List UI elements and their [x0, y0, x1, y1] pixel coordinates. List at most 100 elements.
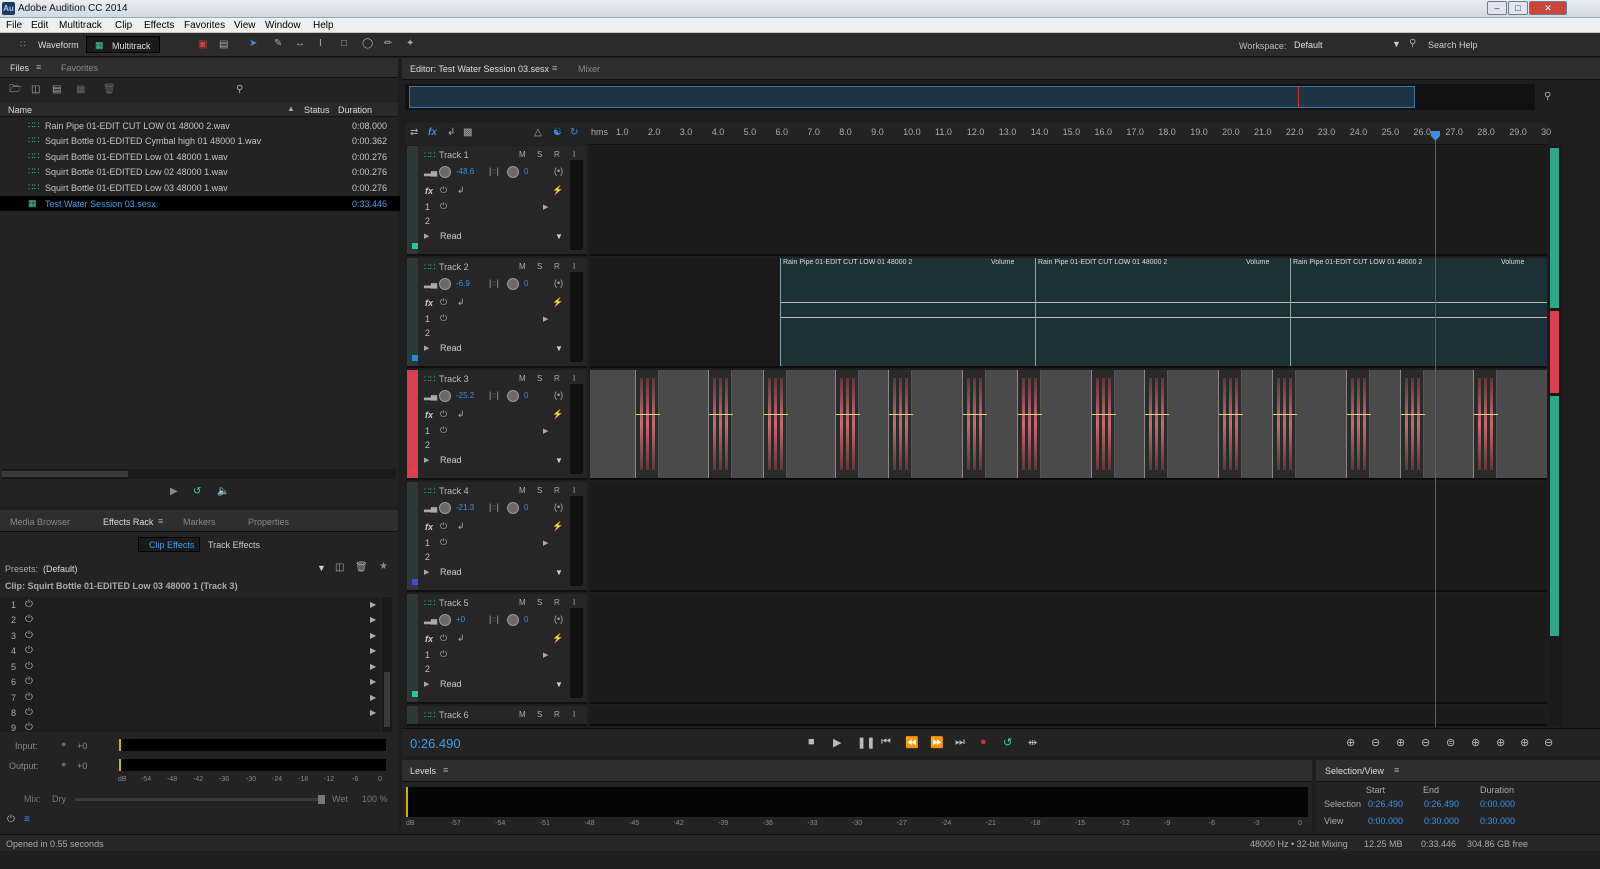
volume-envelope[interactable]: [1291, 302, 1547, 303]
menu-help[interactable]: Help: [313, 20, 334, 31]
zoom-in-time-icon[interactable]: ⊕: [1396, 736, 1405, 749]
effect-slot[interactable]: 6 ⏻ ▶: [0, 675, 390, 690]
chevron-right-icon[interactable]: ▶: [370, 615, 376, 624]
new-file-icon[interactable]: ▤: [52, 85, 61, 95]
panel-menu-icon[interactable]: ≡: [1394, 765, 1399, 775]
volume-value[interactable]: -6.9: [456, 279, 470, 288]
lightning-icon[interactable]: ⚡: [552, 297, 563, 308]
volume-envelope[interactable]: [709, 414, 733, 415]
slip-tool-icon[interactable]: ↔: [295, 39, 305, 49]
menu-favorites[interactable]: Favorites: [184, 20, 225, 31]
effect-slot[interactable]: 8 ⏻ ▶: [0, 706, 390, 721]
power-icon[interactable]: ⏻: [440, 201, 447, 212]
minimize-button[interactable]: –: [1487, 1, 1507, 15]
track-name[interactable]: Track 2: [439, 262, 469, 272]
open-file-icon[interactable]: 🗁: [9, 85, 21, 95]
selection-view-title[interactable]: Selection/View: [1325, 766, 1384, 776]
pan-envelope[interactable]: [1291, 317, 1547, 318]
fast-forward-icon[interactable]: ⏩: [930, 736, 944, 749]
waveform-view-button[interactable]: ∷ Waveform: [6, 36, 84, 53]
power-icon[interactable]: ⏻: [440, 425, 447, 436]
lightning-icon[interactable]: ⚡: [552, 633, 563, 644]
audio-clip[interactable]: [1346, 370, 1371, 478]
pause-icon[interactable]: ❚❚: [857, 736, 875, 749]
output-routing-icon[interactable]: (•): [554, 502, 563, 512]
filter-search-icon[interactable]: ⚲: [236, 85, 243, 95]
audio-clip[interactable]: [1017, 370, 1042, 478]
effect-slot[interactable]: 5 ⏻ ▶: [0, 660, 390, 675]
fx-icon[interactable]: fx: [425, 298, 433, 308]
track-lane-5[interactable]: [590, 594, 1547, 704]
tab-mixer[interactable]: Mixer: [578, 64, 600, 74]
power-icon[interactable]: ⏻: [25, 645, 33, 656]
audio-clip[interactable]: Rain Pipe 01-EDIT CUT LOW 01 48000 2 Vol…: [1290, 258, 1547, 366]
tab-editor[interactable]: Editor: Test Water Session 03.sesx: [410, 64, 549, 74]
track-name[interactable]: Track 6: [439, 710, 469, 720]
session-overview[interactable]: [405, 84, 1535, 110]
power-icon[interactable]: ⏻: [440, 313, 447, 324]
automation-mode-dropdown[interactable]: Read: [440, 679, 462, 689]
scroll-thumb[interactable]: [384, 672, 390, 727]
effect-slot[interactable]: 3 ⏻ ▶: [0, 629, 390, 644]
track-color-strip[interactable]: [407, 258, 418, 366]
audio-clip[interactable]: [835, 370, 860, 478]
stop-icon[interactable]: ■: [808, 736, 815, 748]
volume-envelope[interactable]: [889, 414, 913, 415]
sends-icon[interactable]: ↲: [447, 128, 455, 138]
zoom-in-amplitude-icon[interactable]: ⊕: [1346, 736, 1355, 749]
lightning-icon[interactable]: ⚡: [552, 409, 563, 420]
healing-tool-icon[interactable]: ✦: [406, 39, 414, 49]
mute-button[interactable]: M: [519, 710, 526, 719]
effect-slot[interactable]: 9 ⏻: [0, 721, 390, 732]
power-icon[interactable]: ⏻: [440, 537, 447, 548]
overview-visible-range[interactable]: [409, 86, 1415, 108]
chevron-right-icon[interactable]: ▶: [370, 631, 376, 640]
record-arm-button[interactable]: R: [554, 150, 560, 159]
automation-mode-dropdown[interactable]: Read: [440, 567, 462, 577]
audio-clip[interactable]: [1091, 370, 1116, 478]
play-icon[interactable]: ▶: [170, 487, 178, 497]
volume-envelope[interactable]: [781, 302, 1035, 303]
volume-knob[interactable]: [439, 278, 451, 290]
track-lane-3[interactable]: [590, 370, 1547, 480]
tab-effects-rack[interactable]: Effects Rack: [103, 517, 153, 527]
power-icon[interactable]: ⏻: [25, 692, 33, 703]
tab-media-browser[interactable]: Media Browser: [10, 517, 70, 527]
pan-knob[interactable]: [507, 278, 519, 290]
track-header-6[interactable]: ∷∷ Track 6 M S R I: [407, 706, 587, 726]
mute-button[interactable]: M: [519, 486, 526, 495]
mix-slider[interactable]: [75, 795, 325, 804]
volume-value[interactable]: -25.2: [456, 391, 474, 400]
metronome-icon[interactable]: △: [534, 128, 542, 138]
stereo-balance-icon[interactable]: |◌|: [489, 502, 499, 512]
track-color-strip[interactable]: [407, 370, 418, 478]
volume-envelope[interactable]: [1092, 414, 1116, 415]
effect-slot[interactable]: 7 ⏻ ▶: [0, 691, 390, 706]
output-routing-icon[interactable]: (•): [554, 390, 563, 400]
record-icon[interactable]: ●: [980, 736, 987, 748]
pan-value[interactable]: 0: [524, 391, 528, 400]
track-name[interactable]: Track 4: [439, 486, 469, 496]
pan-knob[interactable]: [507, 166, 519, 178]
chevron-right-icon[interactable]: ▶: [543, 315, 548, 323]
automation-mode-dropdown[interactable]: Read: [440, 343, 462, 353]
eq-icon[interactable]: ▩: [463, 128, 472, 138]
volume-envelope[interactable]: [836, 414, 860, 415]
tab-markers[interactable]: Markers: [183, 517, 216, 527]
menu-view[interactable]: View: [234, 20, 256, 31]
snap-icon[interactable]: ☯: [553, 128, 562, 138]
track-color-strip[interactable]: [407, 482, 418, 590]
volume-envelope[interactable]: [636, 414, 660, 415]
tab-properties[interactable]: Properties: [248, 517, 289, 527]
panel-menu-icon[interactable]: ≡: [36, 62, 41, 72]
chevron-right-icon[interactable]: ▶: [370, 708, 376, 717]
zoom-in-tracks-icon[interactable]: ⊕: [1520, 736, 1529, 749]
import-file-icon[interactable]: ◫: [31, 85, 40, 95]
lightning-icon[interactable]: ⚡: [552, 521, 563, 532]
volume-knob[interactable]: [439, 502, 451, 514]
audio-clip[interactable]: [708, 370, 733, 478]
solo-button[interactable]: S: [537, 486, 542, 495]
view-duration[interactable]: 0:30.000: [1480, 816, 1515, 826]
effect-slot[interactable]: 4 ⏻ ▶: [0, 644, 390, 659]
volume-value[interactable]: -21.3: [456, 503, 474, 512]
